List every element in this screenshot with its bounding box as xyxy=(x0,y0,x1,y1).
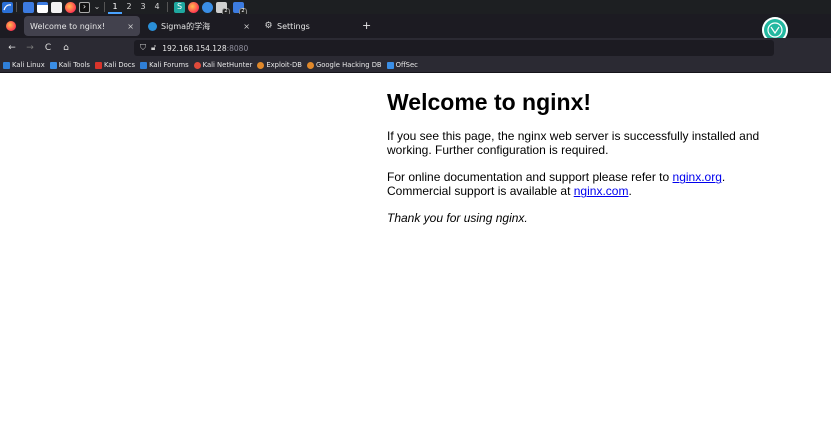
support-paragraph: For online documentation and support ple… xyxy=(387,170,777,198)
nginx-welcome: Welcome to nginx! If you see this page, … xyxy=(387,89,777,238)
tab-strip: Welcome to nginx! × Sigma的学海 × ⚙ Setting… xyxy=(0,14,831,38)
url-host: 192.168.154.128 xyxy=(162,43,227,53)
support-punct: . xyxy=(721,170,726,185)
workspace-1[interactable]: 1 xyxy=(108,0,122,14)
url-port: :8080 xyxy=(226,43,249,53)
navigation-toolbar: ← → C ⌂ ⛉ 🔓︎ 192.168.154.128:8080 xyxy=(0,38,831,58)
workspace-2[interactable]: 2 xyxy=(122,0,136,14)
lock-warning-icon[interactable]: 🔓︎ xyxy=(151,43,156,53)
bookmark-label: Kali Linux xyxy=(12,61,45,69)
kali-tools-icon xyxy=(49,61,57,69)
tab-settings[interactable]: ⚙ Settings xyxy=(258,16,354,36)
thanks-text: Thank you for using nginx. xyxy=(387,211,528,226)
ghdb-icon xyxy=(306,61,314,69)
gear-icon: ⚙ xyxy=(264,21,273,31)
workspace-4[interactable]: 4 xyxy=(150,0,164,14)
desktop-icon[interactable] xyxy=(23,1,34,13)
commercial-text: Commercial support is available at xyxy=(387,184,574,199)
kali-forums-icon xyxy=(140,61,148,69)
tab-sigma[interactable]: Sigma的学海 × xyxy=(142,16,256,36)
tab-title: Welcome to nginx! xyxy=(30,21,106,31)
bookmark-kali-linux[interactable]: Kali Linux xyxy=(3,61,45,69)
bookmark-label: Kali Docs xyxy=(103,61,136,69)
terminal-icon[interactable]: › xyxy=(79,1,90,13)
firefox-window-icon[interactable] xyxy=(188,1,199,13)
commercial-punct: . xyxy=(628,184,632,199)
firefox-view-button[interactable] xyxy=(0,14,22,38)
nginx-org-link[interactable]: nginx.org xyxy=(673,170,722,184)
bookmark-kali-forums[interactable]: Kali Forums xyxy=(140,61,189,69)
shield-icon[interactable]: ⛉ xyxy=(140,43,146,53)
bookmark-kali-tools[interactable]: Kali Tools xyxy=(49,61,90,69)
sigma-favicon-icon xyxy=(148,21,157,31)
new-tab-button[interactable]: + xyxy=(362,19,371,32)
workspace-3[interactable]: 3 xyxy=(136,0,150,14)
tab-title: Sigma的学海 xyxy=(161,21,211,31)
bookmarks-toolbar: Kali Linux Kali Tools Kali Docs Kali For… xyxy=(0,58,831,73)
taskbar-divider xyxy=(167,2,168,12)
back-button[interactable]: ← xyxy=(3,43,21,53)
close-tab-icon[interactable]: × xyxy=(127,22,134,31)
bookmark-label: OffSec xyxy=(395,61,418,69)
sigma-app-icon[interactable]: S xyxy=(174,1,185,13)
taskbar-divider xyxy=(16,2,17,12)
system-taskbar: › ⌄ 1 2 3 4 S 2 2 xyxy=(0,0,831,16)
nginx-com-link[interactable]: nginx.com xyxy=(574,184,629,198)
window-group-icon[interactable]: 2 xyxy=(216,1,230,16)
kali-dragon-icon xyxy=(3,61,10,69)
kali-docs-icon xyxy=(94,61,102,69)
intro-paragraph: If you see this page, the nginx web serv… xyxy=(387,129,760,158)
bookmark-google-hacking-db[interactable]: Google Hacking DB xyxy=(306,61,382,69)
page-viewport: Welcome to nginx! If you see this page, … xyxy=(0,73,831,421)
bookmark-exploit-db[interactable]: Exploit-DB xyxy=(257,61,302,69)
home-button[interactable]: ⌂ xyxy=(57,43,75,53)
chevron-down-icon[interactable]: ⌄ xyxy=(93,2,101,13)
thanks-paragraph: Thank you for using nginx. xyxy=(387,211,777,225)
text-editor-icon[interactable] xyxy=(51,1,62,13)
kali-menu-icon[interactable] xyxy=(2,1,13,13)
support-text: For online documentation and support ple… xyxy=(387,170,673,185)
forward-button[interactable]: → xyxy=(21,43,39,53)
browser-window-icon[interactable] xyxy=(202,1,213,13)
bookmark-kali-nethunter[interactable]: Kali NetHunter xyxy=(193,61,253,69)
tab-welcome-nginx[interactable]: Welcome to nginx! × xyxy=(24,16,140,36)
window-group-icon[interactable]: 2 xyxy=(233,1,247,16)
bookmark-kali-docs[interactable]: Kali Docs xyxy=(94,61,136,69)
firefox-icon xyxy=(6,21,16,31)
bookmark-label: Kali Tools xyxy=(58,61,90,69)
nethunter-icon xyxy=(193,61,201,69)
url-bar[interactable]: ⛉ 🔓︎ 192.168.154.128:8080 xyxy=(134,40,774,56)
files-icon[interactable] xyxy=(37,1,48,13)
bookmark-label: Kali Forums xyxy=(149,61,189,69)
bookmark-label: Google Hacking DB xyxy=(315,61,382,69)
offsec-icon xyxy=(386,61,394,69)
close-tab-icon[interactable]: × xyxy=(243,22,250,31)
taskbar-divider xyxy=(104,2,105,12)
bookmark-label: Exploit-DB xyxy=(266,61,302,69)
bookmark-label: Kali NetHunter xyxy=(202,61,253,69)
bookmark-offsec[interactable]: OffSec xyxy=(386,61,418,69)
reload-button[interactable]: C xyxy=(39,43,57,53)
tab-title: Settings xyxy=(277,21,310,31)
firefox-icon[interactable] xyxy=(65,1,76,13)
exploit-db-icon xyxy=(257,61,265,69)
page-heading: Welcome to nginx! xyxy=(387,89,592,115)
url-text[interactable]: 192.168.154.128:8080 xyxy=(162,44,248,53)
